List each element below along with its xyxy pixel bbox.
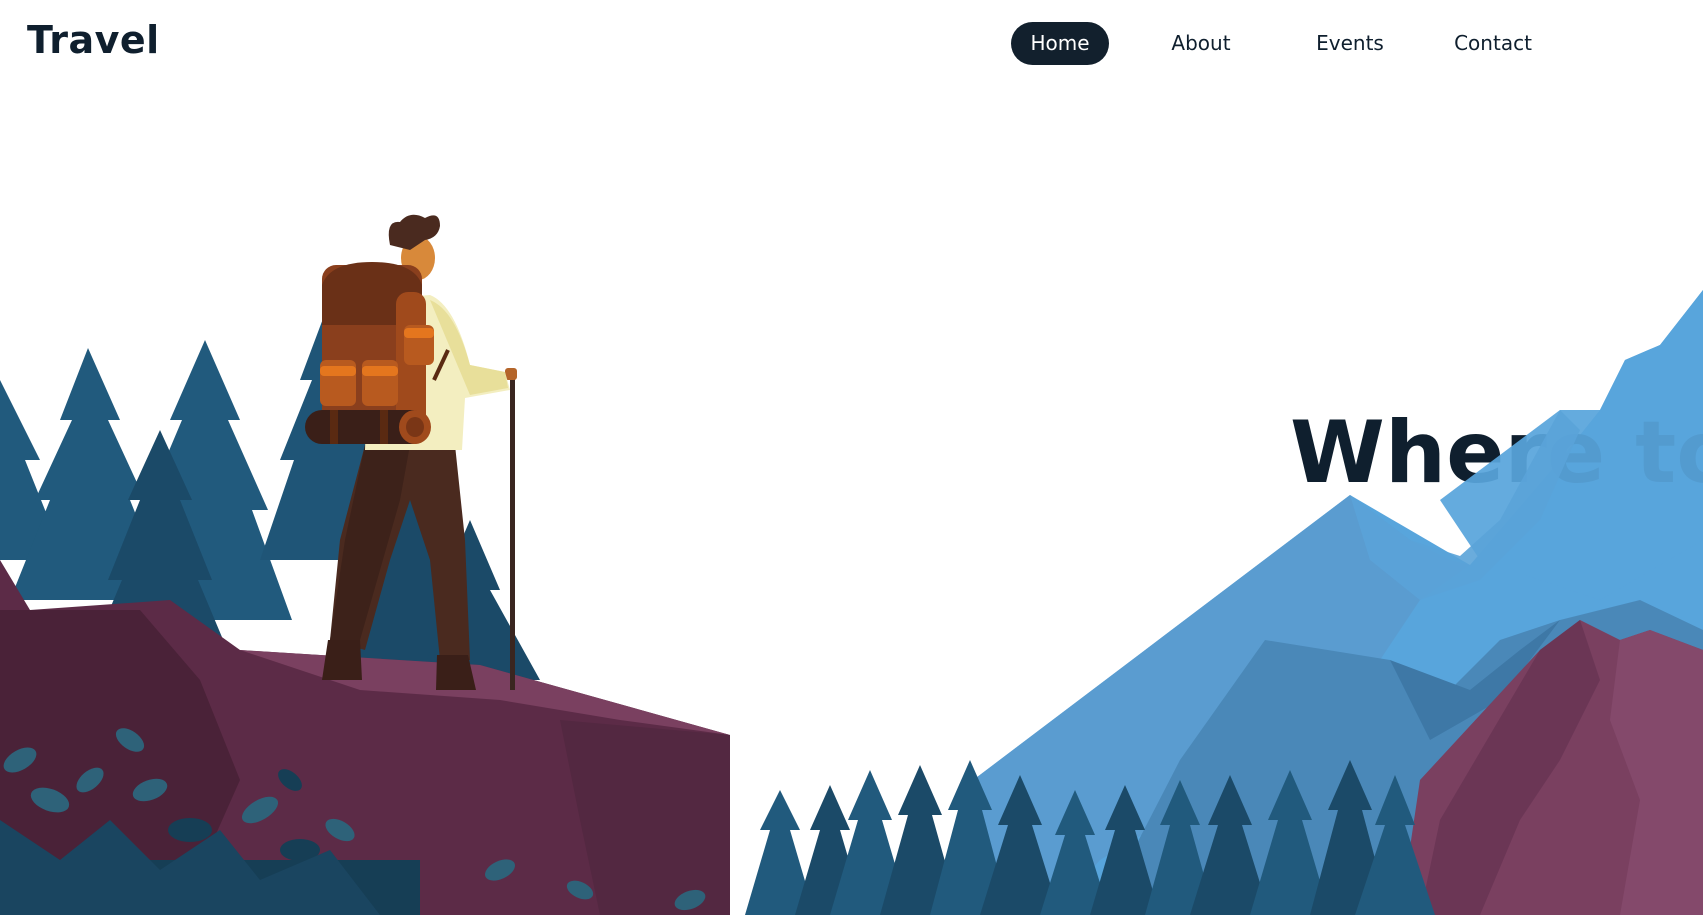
nav-about[interactable]: About [1161, 22, 1241, 65]
hero-headline: Where to [1290, 403, 1703, 503]
page: Where to Travel Home About Events Contac… [0, 0, 1703, 915]
nav-home[interactable]: Home [1011, 22, 1109, 65]
site-header: Travel Home About Events Contact [0, 0, 1703, 90]
nav-contact[interactable]: Contact [1448, 22, 1538, 65]
site-logo[interactable]: Travel [27, 18, 160, 62]
nav-events[interactable]: Events [1305, 22, 1395, 65]
